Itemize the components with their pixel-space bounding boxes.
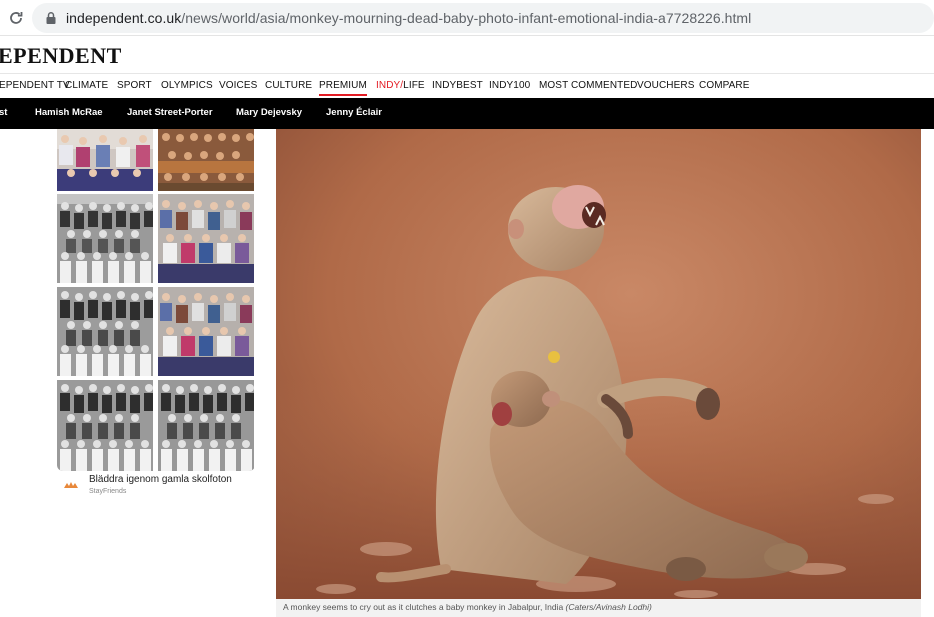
nav-item-most-commented[interactable]: MOST COMMENTED <box>539 80 637 91</box>
site-logo[interactable]: EPENDENT <box>0 43 122 69</box>
subnav-item-hamish-mcrae[interactable]: Hamish McRae <box>35 107 103 118</box>
article-photo <box>276 129 921 599</box>
nav-item-sport[interactable]: SPORT <box>117 80 152 91</box>
nav-item-indylife[interactable]: INDY/LIFE <box>376 80 425 91</box>
caption-text: A monkey seems to cry out as it clutches… <box>283 602 566 612</box>
stayfriends-logo-icon <box>64 482 78 488</box>
photo-caption-bar: A monkey seems to cry out as it clutches… <box>276 599 921 617</box>
class-photo-image <box>57 287 153 376</box>
ad-thumbnail[interactable] <box>57 287 153 376</box>
columnists-nav: st Hamish McRae Janet Street-Porter Mary… <box>0 98 934 129</box>
class-photo-image <box>158 194 254 283</box>
subnav-item-mary-dejevsky[interactable]: Mary Dejevsky <box>236 107 302 118</box>
address-bar[interactable]: independent.co.uk/news/world/asia/monkey… <box>32 3 934 33</box>
class-photo-image <box>57 194 153 283</box>
nav-item-indy100[interactable]: INDY100 <box>489 80 530 91</box>
nav-item-tv[interactable]: EPENDENT TV <box>0 80 70 91</box>
nav-item-olympics[interactable]: OLYMPICS <box>161 80 213 91</box>
ad-source[interactable]: StayFriends <box>89 488 126 495</box>
ad-thumbnail[interactable] <box>158 380 254 471</box>
class-photo-image <box>57 129 153 191</box>
browser-toolbar: independent.co.uk/news/world/asia/monkey… <box>0 0 934 36</box>
ad-thumbnail[interactable] <box>57 380 153 471</box>
subnav-item-jenny-eclair[interactable]: Jenny Éclair <box>326 107 382 118</box>
ad-thumbnail[interactable] <box>158 287 254 376</box>
reload-icon[interactable] <box>4 6 28 30</box>
monkey-photo-image <box>276 129 921 599</box>
nav-item-vouchers[interactable]: VOUCHERS <box>637 80 694 91</box>
nav-item-culture[interactable]: CULTURE <box>265 80 312 91</box>
main-nav: EPENDENT TV CLIMATE SPORT OLYMPICS VOICE… <box>0 75 934 98</box>
indylife-prefix: INDY/ <box>376 80 404 91</box>
subnav-item-janet-street-porter[interactable]: Janet Street-Porter <box>127 107 213 118</box>
class-photo-image <box>57 380 153 471</box>
lock-icon <box>46 12 56 24</box>
url-path: /news/world/asia/monkey-mourning-dead-ba… <box>181 10 752 26</box>
url-domain: independent.co.uk <box>66 10 182 26</box>
url-text: independent.co.uk/news/world/asia/monkey… <box>66 10 751 26</box>
ad-title[interactable]: Bläddra igenom gamla skolfoton <box>89 474 232 485</box>
indylife-suffix: LIFE <box>403 80 425 91</box>
class-photo-image <box>158 380 254 471</box>
class-photo-image <box>158 287 254 376</box>
nav-item-voices[interactable]: VOICES <box>219 80 257 91</box>
nav-item-compare[interactable]: COMPARE <box>699 80 750 91</box>
nav-item-indybest[interactable]: INDYBEST <box>432 80 483 91</box>
nav-item-climate[interactable]: CLIMATE <box>65 80 108 91</box>
photo-caption: A monkey seems to cry out as it clutches… <box>283 602 652 612</box>
nav-item-premium[interactable]: PREMIUM <box>319 80 367 96</box>
masthead: EPENDENT <box>0 36 934 74</box>
ad-thumbnail[interactable] <box>158 129 254 191</box>
ad-thumbnail-grid[interactable] <box>57 129 255 471</box>
ad-thumbnail[interactable] <box>57 194 153 283</box>
ad-thumbnail[interactable] <box>158 194 254 283</box>
ad-thumbnail[interactable] <box>57 129 153 191</box>
subnav-item-0[interactable]: st <box>0 107 7 118</box>
class-photo-image <box>158 129 254 191</box>
caption-credit: (Caters/Avinash Lodhi) <box>565 602 652 612</box>
